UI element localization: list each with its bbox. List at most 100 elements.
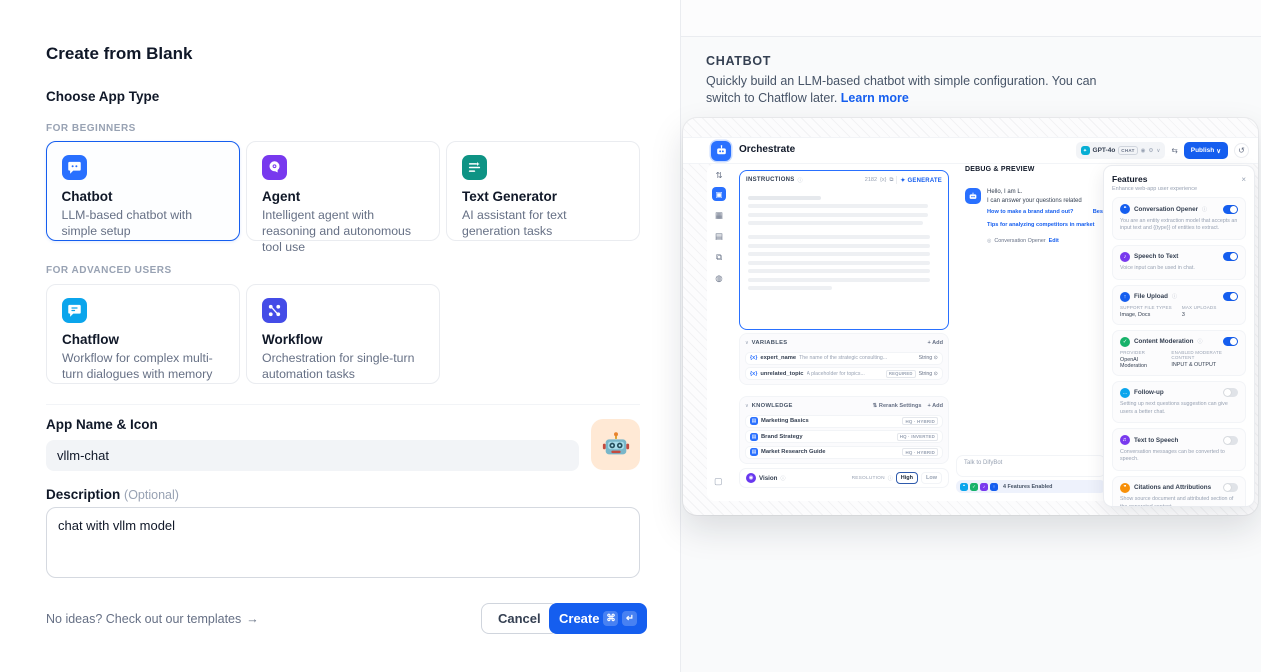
rail-preview-icon: ▦ xyxy=(712,208,726,222)
toggle xyxy=(1223,388,1238,397)
model-provider-icon: ✦ xyxy=(1081,146,1090,155)
rail-logs-icon: ▤ xyxy=(712,229,726,243)
preview-panel: CHATBOT Quickly build an LLM-based chatb… xyxy=(680,0,1261,672)
variable-icon: {x} xyxy=(750,355,757,361)
variable-row: {x} unrelated_topic A placeholder for to… xyxy=(745,367,943,380)
generate-button: ✦ GENERATE xyxy=(900,177,942,184)
app-type-title: Text Generator xyxy=(462,189,624,204)
chevron-down-icon: ∨ xyxy=(745,340,749,346)
preview-panel-header-strip xyxy=(681,0,1261,37)
info-icon: ⓘ xyxy=(888,475,893,482)
app-type-card-chatbot[interactable]: Chatbot LLM-based chatbot with simple se… xyxy=(46,141,240,241)
knowledge-row: ▤ Brand Strategy HQ · INVERTED xyxy=(745,430,943,443)
resolution-low-button: Low xyxy=(921,472,942,484)
speech-to-text-icon: ♪ xyxy=(1120,252,1130,262)
citations-icon: ❞ xyxy=(1120,483,1130,493)
rail-sliders-icon: ⇅ xyxy=(712,170,726,180)
add-knowledge-button: + Add xyxy=(928,403,944,409)
params-sliders-icon: ⇆ xyxy=(1171,146,1177,155)
app-type-card-text-generator[interactable]: Text Generator AI assistant for text gen… xyxy=(446,141,640,241)
model-temp-icon: ◉ xyxy=(1141,148,1146,154)
mock-chat-input: Talk to DifyBot xyxy=(956,455,1106,477)
file-upload-mini-icon: ↑ xyxy=(990,483,998,491)
agent-icon xyxy=(262,155,287,180)
toggle xyxy=(1223,205,1238,214)
opener-icon: ◎ xyxy=(987,238,991,244)
info-icon: ⓘ xyxy=(798,177,803,184)
for-beginners-label: FOR BEGINNERS xyxy=(46,123,136,134)
suggested-question: Tips for analyzing competitors in market xyxy=(987,219,1103,232)
templates-link[interactable]: No ideas? Check out our templates → xyxy=(46,612,259,626)
resolution-high-button: High xyxy=(896,472,918,484)
app-type-card-agent[interactable]: Agent Intelligent agent with reasoning a… xyxy=(246,141,440,241)
app-type-desc: AI assistant for text generation tasks xyxy=(462,207,624,239)
mock-features-panel: Features × Enhance web-app user experien… xyxy=(1103,165,1255,507)
feature-text-to-speech: ♬ Text to Speech Conversation messages c… xyxy=(1112,428,1246,471)
preview-description: Quickly build an LLM-based chatbot with … xyxy=(706,73,1098,107)
mock-topbar-actions: ✦ GPT-4o CHAT ◉ ⚙ ∨ ⇆ Publish ∨ ↺ xyxy=(1076,141,1249,160)
form-divider xyxy=(46,404,640,405)
document-icon: ▤ xyxy=(750,433,758,441)
beginner-app-types: Chatbot LLM-based chatbot with simple se… xyxy=(46,141,640,241)
mock-left-rail: ⇅ ▣ ▦ ▤ ⧉ ◍ xyxy=(711,170,727,285)
retrieval-badge: HQ · HYBRID xyxy=(902,448,938,456)
app-type-title: Agent xyxy=(262,189,424,204)
variables-label: VARIABLES xyxy=(752,340,788,346)
page-title: Create from Blank xyxy=(46,44,192,64)
model-name: GPT-4o xyxy=(1093,147,1116,154)
mock-vision-bar: ◉ Vision ⓘ RESOLUTION ⓘ High Low xyxy=(739,468,949,488)
variable-row: {x} expert_name The name of the strategi… xyxy=(745,352,943,365)
add-variable-button: + Add xyxy=(928,340,944,346)
vision-icon: ◉ xyxy=(746,473,756,483)
history-icon: ↺ xyxy=(1234,143,1249,158)
edit-opener-link: Edit xyxy=(1049,238,1059,244)
description-textarea[interactable]: chat with vllm model xyxy=(46,507,640,578)
create-app-modal: Create from Blank Choose App Type FOR BE… xyxy=(0,0,1261,672)
type-icon: ⊙ xyxy=(934,355,938,361)
model-mode-badge: CHAT xyxy=(1118,146,1137,155)
feature-follow-up: … Follow-up Setting up next questions su… xyxy=(1112,381,1246,424)
toggle xyxy=(1223,436,1238,445)
speech-to-text-mini-icon: ♪ xyxy=(980,483,988,491)
create-form-panel: Create from Blank Choose App Type FOR BE… xyxy=(0,0,680,672)
app-icon-picker[interactable] xyxy=(591,419,640,470)
debug-preview-label: DEBUG & PREVIEW xyxy=(965,166,1035,173)
feature-citations: ❞ Citations and Attributions Show source… xyxy=(1112,476,1246,508)
cancel-button[interactable]: Cancel xyxy=(481,603,558,634)
close-icon: × xyxy=(1241,175,1246,184)
copy-icon: ⧉ xyxy=(889,177,893,184)
rail-annotations-icon: ⧉ xyxy=(712,250,726,264)
knowledge-label: KNOWLEDGE xyxy=(752,403,793,409)
toggle xyxy=(1223,292,1238,301)
info-icon: ⓘ xyxy=(780,475,785,482)
instructions-placeholder-text xyxy=(740,186,948,295)
char-count: 2182 xyxy=(865,177,877,183)
toggle xyxy=(1223,252,1238,261)
feature-content-moderation: ✓ Content Moderation ⓘ PROVIDEROpenAI Mo… xyxy=(1112,330,1246,376)
app-name-input[interactable] xyxy=(46,440,579,471)
chatbot-icon xyxy=(62,155,87,180)
app-type-card-workflow[interactable]: Workflow Orchestration for single-turn a… xyxy=(246,284,440,384)
app-name-label: App Name & Icon xyxy=(46,417,158,432)
app-type-card-chatflow[interactable]: Chatflow Workflow for complex multi-turn… xyxy=(46,284,240,384)
app-type-desc: Intelligent agent with reasoning and aut… xyxy=(262,207,424,255)
learn-more-link[interactable]: Learn more xyxy=(841,91,909,105)
arrow-right-icon: → xyxy=(246,612,259,626)
create-button[interactable]: Create ⌘ ↵ xyxy=(549,603,647,634)
instructions-label: INSTRUCTIONS xyxy=(746,177,795,183)
bot-avatar-icon xyxy=(965,188,981,204)
rail-bottom-icon: ▢ xyxy=(714,476,723,487)
rail-orchestrate-icon: ▣ xyxy=(712,187,726,201)
document-icon: ▤ xyxy=(750,448,758,456)
file-upload-icon: ↑ xyxy=(1120,292,1130,302)
preview-heading: CHATBOT xyxy=(706,54,771,68)
app-type-desc: LLM-based chatbot with simple setup xyxy=(62,207,225,239)
description-label: Description (Optional) xyxy=(46,487,179,502)
app-type-title: Chatflow xyxy=(62,332,224,347)
chevron-down-icon: ∨ xyxy=(1216,147,1221,155)
toggle xyxy=(1223,337,1238,346)
feature-file-upload: ↑ File Upload ⓘ SUPPORT FILE TYPESImage,… xyxy=(1112,285,1246,325)
robot-emoji-icon xyxy=(601,430,631,460)
app-preview-image: Orchestrate ✦ GPT-4o CHAT ◉ ⚙ ∨ ⇆ Publis… xyxy=(683,118,1258,515)
for-advanced-users-label: FOR ADVANCED USERS xyxy=(46,265,172,276)
